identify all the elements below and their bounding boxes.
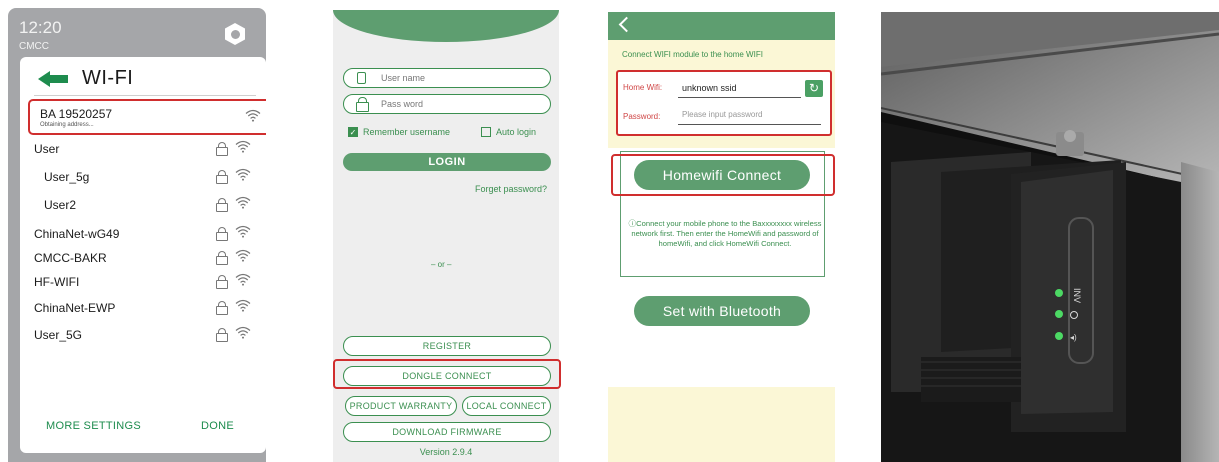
wifi-signal-icon bbox=[235, 249, 251, 262]
password-field[interactable]: Please input password bbox=[682, 110, 763, 119]
remember-username-checkbox[interactable]: ✓ Remember username bbox=[348, 127, 450, 137]
network-name: ChinaNet-wG49 bbox=[34, 227, 120, 241]
network-row[interactable]: User_5G bbox=[34, 325, 256, 345]
wifi-signal-icon bbox=[235, 273, 251, 286]
wifi-title: WI-FI bbox=[82, 67, 134, 89]
svg-text:◂): ◂) bbox=[1070, 333, 1077, 342]
more-settings-button[interactable]: MORE SETTINGS bbox=[46, 420, 141, 432]
settings-hex-icon[interactable] bbox=[225, 23, 245, 45]
wifi-form: Home Wifi: unknown ssid ↻ Password: Plea… bbox=[616, 70, 832, 136]
network-row[interactable]: ChinaNet-EWP bbox=[34, 298, 256, 318]
homewifi-connect-button[interactable]: Homewifi Connect bbox=[634, 160, 810, 190]
lock-icon bbox=[356, 97, 369, 112]
lock-icon bbox=[216, 328, 228, 342]
lock-icon bbox=[216, 275, 228, 289]
login-screen: User name Pass word ✓ Remember username … bbox=[333, 10, 559, 462]
checkbox-checked-icon: ✓ bbox=[348, 127, 358, 137]
checkbox-unchecked-icon bbox=[481, 127, 491, 137]
top-bar bbox=[608, 12, 835, 40]
home-wifi-underline bbox=[678, 97, 801, 98]
back-chevron-icon[interactable] bbox=[618, 16, 635, 33]
wifi-signal-icon bbox=[235, 140, 251, 153]
network-row[interactable]: ChinaNet-wG49 bbox=[34, 224, 256, 244]
password-input[interactable]: Pass word bbox=[343, 94, 551, 114]
network-name: CMCC-BAKR bbox=[34, 251, 107, 265]
home-wifi-label: Home Wifi: bbox=[623, 83, 663, 92]
password-placeholder: Pass word bbox=[381, 99, 424, 109]
lock-icon bbox=[216, 301, 228, 315]
network-name: User bbox=[34, 142, 60, 156]
lock-icon bbox=[216, 198, 228, 212]
status-time: 12:20 bbox=[19, 18, 62, 37]
wifi-header: WI-FI bbox=[38, 67, 133, 90]
connect-hint: Connect WIFI module to the home WIFI bbox=[622, 50, 763, 59]
info-text: Connect your mobile phone to the Baxxxxx… bbox=[631, 219, 822, 248]
wifi-signal-icon bbox=[235, 326, 251, 339]
password-label: Password: bbox=[623, 112, 661, 121]
lock-icon bbox=[216, 251, 228, 265]
app-version: Version 2.9.4 bbox=[419, 447, 473, 457]
inverter-dongle-illustration: INV ◂) bbox=[881, 12, 1219, 462]
inv-indicator-label: INV bbox=[1072, 288, 1082, 303]
lock-icon bbox=[216, 227, 228, 241]
footer-background bbox=[608, 387, 835, 462]
network-row[interactable]: HF-WIFI bbox=[34, 272, 256, 292]
back-arrow-icon[interactable] bbox=[38, 70, 68, 88]
wifi-card: WI-FI BA 19520257 Obtaining address... U… bbox=[20, 57, 266, 453]
remember-username-label: Remember username bbox=[363, 127, 451, 137]
username-placeholder: User name bbox=[381, 73, 426, 83]
network-name: ChinaNet-EWP bbox=[34, 301, 116, 315]
wifi-signal-icon bbox=[235, 168, 251, 181]
device-photo: INV ◂) bbox=[881, 12, 1219, 462]
instructions-text: ⓘConnect your mobile phone to the Baxxxx… bbox=[626, 219, 824, 248]
product-warranty-button[interactable]: PRODUCT WARRANTY bbox=[345, 396, 457, 416]
home-wifi-field[interactable]: unknown ssid bbox=[682, 83, 737, 93]
refresh-icon[interactable]: ↻ bbox=[805, 80, 823, 97]
header-arc bbox=[333, 10, 559, 42]
local-connect-button[interactable]: LOCAL CONNECT bbox=[462, 396, 551, 416]
or-divider: – or – bbox=[431, 260, 452, 269]
wifi-connect-screen: Connect WIFI module to the home WIFI Hom… bbox=[608, 12, 835, 462]
network-name: User_5G bbox=[34, 328, 83, 342]
download-firmware-button[interactable]: DOWNLOAD FIRMWARE bbox=[343, 422, 551, 442]
wifi-signal-icon bbox=[235, 196, 251, 209]
register-button[interactable]: REGISTER bbox=[343, 336, 551, 356]
selected-network-status: Obtaining address... bbox=[40, 122, 94, 128]
wifi-signal-icon bbox=[235, 225, 251, 238]
network-name: User2 bbox=[44, 198, 77, 212]
network-row[interactable]: User_5g bbox=[34, 167, 256, 187]
network-row[interactable]: User bbox=[34, 139, 256, 159]
network-row[interactable]: CMCC-BAKR bbox=[34, 248, 256, 268]
auto-login-checkbox[interactable]: Auto login bbox=[481, 127, 536, 137]
network-row[interactable]: User2 bbox=[34, 195, 256, 215]
set-with-bluetooth-button[interactable]: Set with Bluetooth bbox=[634, 296, 810, 326]
dongle-connect-button[interactable]: DONGLE CONNECT bbox=[343, 366, 551, 386]
username-input[interactable]: User name bbox=[343, 68, 551, 88]
password-underline bbox=[678, 124, 821, 125]
forgot-password-link[interactable]: Forget password? bbox=[475, 184, 547, 194]
selected-network-row[interactable]: BA 19520257 Obtaining address... bbox=[28, 99, 266, 135]
lock-icon bbox=[216, 170, 228, 184]
selected-network-name: BA 19520257 bbox=[40, 107, 113, 121]
network-name: User_5g bbox=[44, 170, 90, 184]
wifi-settings-screen: 12:20 CMCC WI-FI BA 19520257 Obtaining a… bbox=[8, 8, 266, 462]
auto-login-label: Auto login bbox=[496, 127, 537, 137]
wifi-signal-icon bbox=[245, 109, 261, 122]
status-carrier: CMCC bbox=[19, 41, 49, 52]
network-name: HF-WIFI bbox=[34, 275, 80, 289]
done-button[interactable]: DONE bbox=[201, 420, 234, 432]
login-button[interactable]: LOGIN bbox=[343, 153, 551, 171]
info-icon: ⓘ bbox=[628, 219, 637, 228]
header-divider bbox=[34, 95, 256, 96]
wifi-signal-icon bbox=[235, 299, 251, 312]
lock-icon bbox=[216, 142, 228, 156]
phone-icon bbox=[357, 72, 366, 84]
